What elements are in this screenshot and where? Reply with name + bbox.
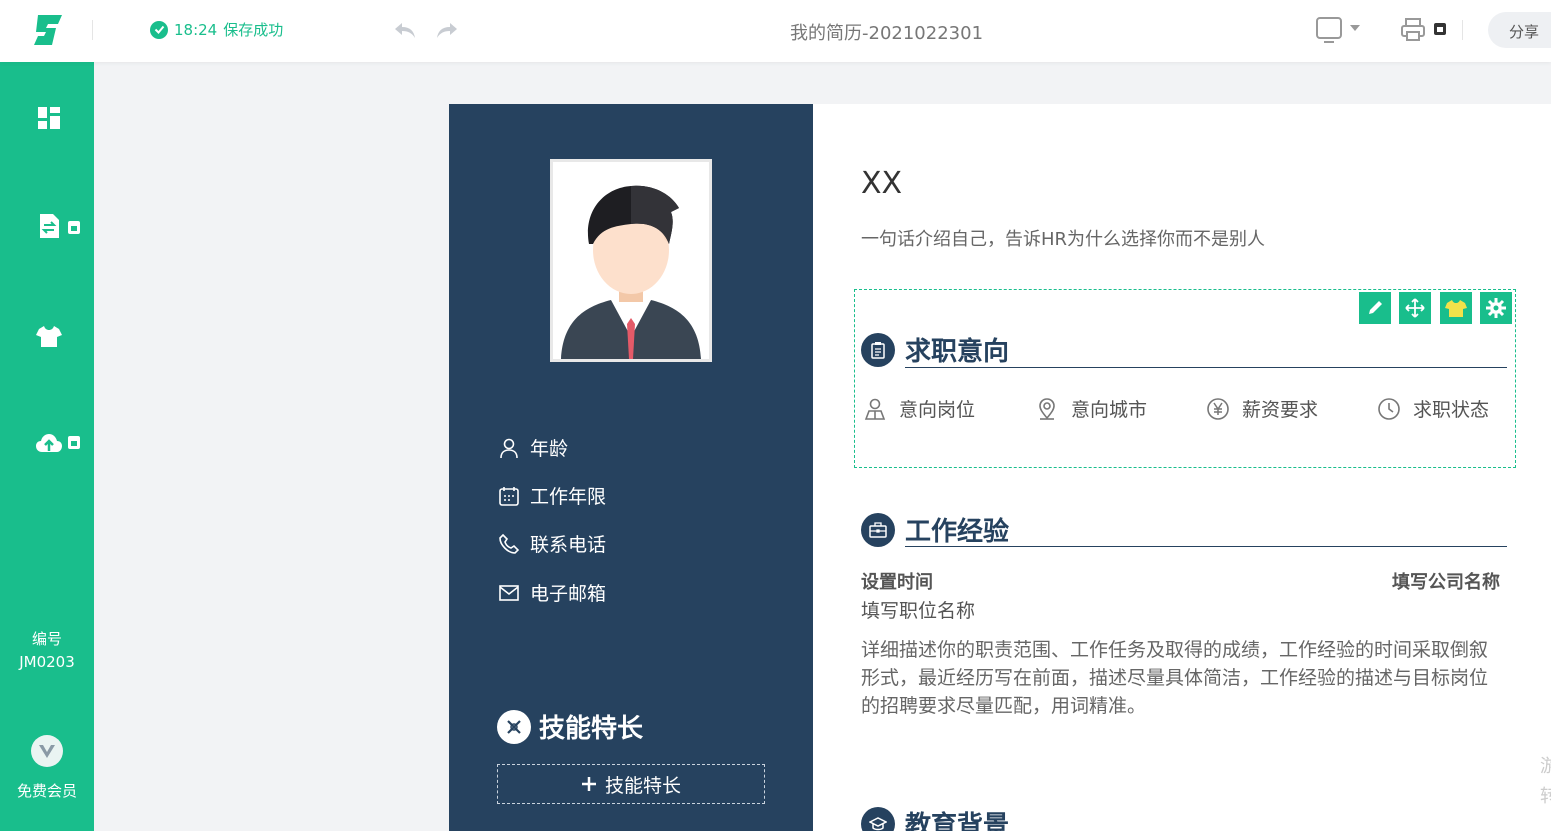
resume-code: 编号 JM0203 [0,628,94,674]
check-circle-icon [150,20,168,39]
divider [1462,20,1463,40]
mail-icon [499,584,519,601]
info-email[interactable]: 电子邮箱 [498,579,606,606]
intent-label: 意向城市 [1071,399,1148,421]
sidebar: 编号 JM0203 免费会员 [0,62,94,831]
info-label: 年龄 [530,438,569,460]
divider [92,20,93,40]
edit-button[interactable] [1359,292,1391,324]
section-divider [905,367,1507,368]
save-status: 18:24 保存成功 [150,19,283,40]
settings-button[interactable] [1480,292,1512,324]
education-section-header[interactable]: 教育背景 [861,805,1009,831]
intent-city[interactable]: 意向城市 [1035,395,1147,422]
experience-company[interactable]: 填写公司名称 [1392,568,1500,594]
clock-icon [1378,397,1400,420]
template-grid-icon[interactable] [35,104,63,132]
intent-label: 薪资要求 [1242,399,1319,421]
move-button[interactable] [1399,292,1431,324]
info-age[interactable]: 年龄 [498,434,568,461]
yen-icon [1207,397,1229,420]
intent-title: 求职意向 [905,337,1010,367]
top-bar: 18:24 保存成功 我的简历-2021022301 分享 [0,0,1551,62]
lock-icon [68,436,80,449]
intent-label: 意向岗位 [899,399,976,421]
intent-section-header[interactable]: 求职意向 [861,331,1009,368]
add-skill-button[interactable]: 技能特长 [497,764,765,804]
graduation-cap-icon [861,806,895,831]
person-icon [864,398,886,420]
info-label: 联系电话 [530,534,607,556]
briefcase-icon [861,512,895,547]
info-label: 工作年限 [530,486,607,508]
section-divider [905,546,1507,547]
code-value: JM0203 [19,653,75,671]
skills-title-text: 技能特长 [539,714,644,744]
switch-template-icon[interactable] [35,212,63,240]
experience-date[interactable]: 设置时间 [861,568,933,594]
move-arrows-icon [1405,298,1425,318]
gear-icon [1486,298,1506,318]
candidate-name[interactable]: XX [861,166,902,201]
resume-left-column: 年龄 工作年限 联系电话 电子邮箱 技能特长 技能特长 [449,104,813,831]
plus-icon [581,777,596,791]
vip-icon[interactable] [31,735,63,767]
phone-icon [499,533,520,554]
cloud-upload-icon[interactable] [35,430,63,458]
save-time: 18:24 [174,20,218,39]
tools-icon [497,709,531,744]
pencil-icon [1369,301,1382,314]
tshirt-icon[interactable] [35,322,63,350]
style-button[interactable] [1440,292,1472,324]
chevron-down-icon [1350,25,1360,31]
avatar[interactable] [550,159,712,362]
code-label: 编号 [31,630,62,648]
clipboard-icon [861,332,895,367]
intent-status[interactable]: 求职状态 [1377,395,1489,422]
avatar-illustration [553,162,709,359]
device-preview-button[interactable] [1316,17,1360,43]
info-phone[interactable]: 联系电话 [498,530,606,557]
skills-section-title[interactable]: 技能特长 [497,708,643,745]
save-text: 保存成功 [223,21,284,39]
calendar-icon [499,486,519,506]
user-icon [500,438,518,458]
printer-icon[interactable] [1400,17,1426,43]
add-skill-label: 技能特长 [604,774,681,797]
monitor-icon [1316,17,1342,43]
resume-canvas: 年龄 工作年限 联系电话 电子邮箱 技能特长 技能特长 XX 一句话介绍自己，告… [449,104,1551,831]
tshirt-icon [1445,300,1467,317]
vip-label[interactable]: 免费会员 [0,780,94,801]
redo-icon[interactable] [435,19,459,41]
experience-description[interactable]: 详细描述你的职责范围、工作任务及取得的成绩，工作经验的时间采取倒叙形式，最近经历… [861,636,1501,720]
lock-icon [1434,23,1446,35]
edge-floating-text[interactable]: 游转 [1540,752,1551,812]
intent-position[interactable]: 意向岗位 [863,395,975,422]
info-label: 电子邮箱 [530,583,607,605]
location-icon [1039,397,1055,420]
intent-label: 求职状态 [1413,399,1490,421]
logo-icon[interactable] [30,12,66,48]
info-work-years[interactable]: 工作年限 [498,482,606,509]
experience-position[interactable]: 填写职位名称 [861,596,975,623]
experience-title: 工作经验 [905,517,1010,547]
share-button[interactable]: 分享 [1488,12,1551,48]
document-title[interactable]: 我的简历-2021022301 [790,19,983,45]
education-title: 教育背景 [905,811,1010,831]
undo-icon[interactable] [393,19,417,41]
self-intro[interactable]: 一句话介绍自己，告诉HR为什么选择你而不是别人 [861,225,1265,251]
lock-icon [68,221,80,234]
intent-salary[interactable]: 薪资要求 [1206,395,1318,422]
experience-section-header[interactable]: 工作经验 [861,511,1009,548]
